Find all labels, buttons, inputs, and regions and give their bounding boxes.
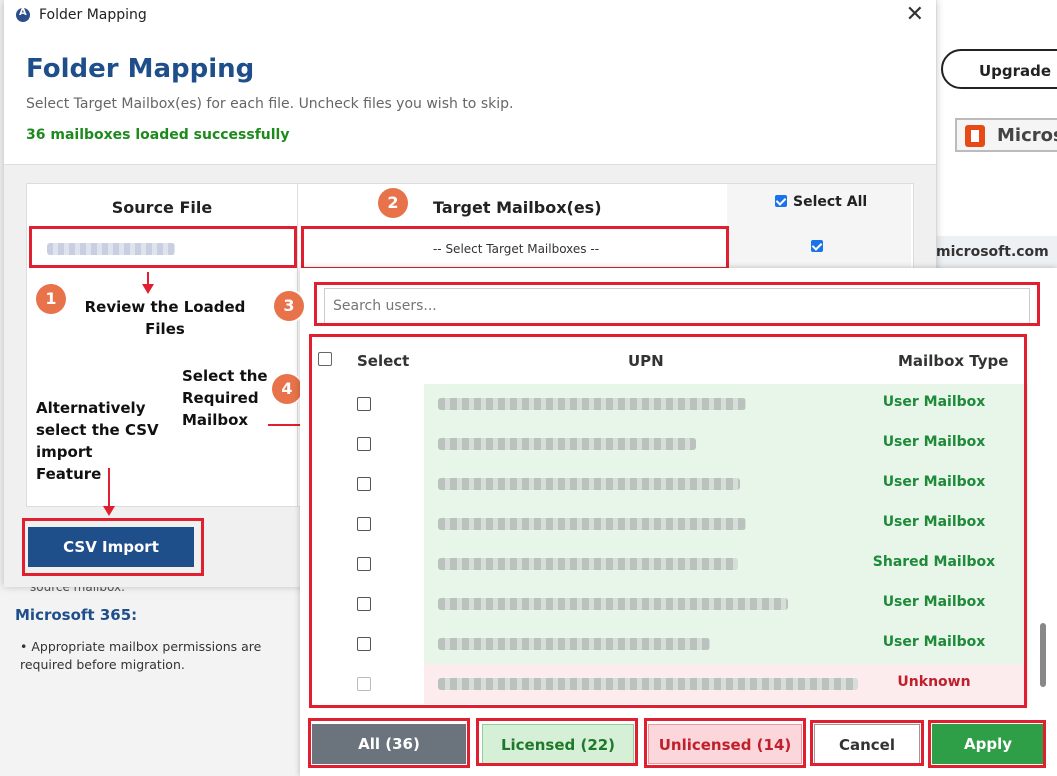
window-title: Folder Mapping (39, 7, 147, 23)
highlight-licensed-filter (476, 718, 638, 766)
upgrade-license-button[interactable]: Upgrade Li (941, 49, 1057, 89)
arrow-down-icon (103, 468, 115, 516)
page-title: Folder Mapping (26, 54, 255, 84)
source-file-header: Source File (111, 198, 213, 217)
microsoft-button[interactable]: Micros (955, 118, 1057, 152)
highlight-search (314, 282, 1040, 326)
highlight-cancel (810, 720, 924, 766)
step-4-badge: 4 (272, 374, 302, 404)
select-all-label: Select All (793, 194, 868, 210)
csv-import-button[interactable]: CSV Import (28, 527, 194, 567)
office-logo-icon (965, 125, 985, 147)
step-2-badge: 2 (378, 188, 408, 218)
background-info-panel: source mailbox. Microsoft 365: • Appropr… (0, 580, 300, 776)
step-1-text: Review the Loaded Files (84, 298, 246, 338)
target-mailbox-header: Target Mailbox(es) (433, 198, 602, 217)
title-bar: Folder Mapping ✕ (4, 0, 936, 32)
step-1-badge: 1 (36, 284, 66, 314)
microsoft-label: Micros (997, 125, 1057, 146)
select-all-checkbox[interactable]: Select All (775, 194, 867, 210)
highlight-unlicensed-filter (644, 718, 806, 768)
csv-alternative-text: Alternatively select the CSV import Feat… (36, 399, 159, 483)
arrow-down-icon (142, 272, 154, 294)
step-4-text: Select the Required Mailbox (182, 367, 268, 429)
step-3-badge: 3 (274, 291, 304, 321)
highlight-user-list (309, 334, 1027, 708)
scrollbar-thumb[interactable] (1040, 623, 1046, 687)
highlight-all-filter (308, 718, 470, 768)
m365-heading: Microsoft 365: (15, 606, 138, 624)
m365-requirement: • Appropriate mailbox permissions are re… (20, 639, 262, 672)
row-select-checkbox[interactable] (811, 240, 823, 252)
highlight-apply (928, 720, 1046, 768)
highlight-target-dropdown (301, 226, 729, 270)
page-subtitle: Select Target Mailbox(es) for each file.… (26, 96, 514, 112)
domain-suffix: microsoft.com (930, 236, 1057, 268)
dialog-header: Folder Mapping Select Target Mailbox(es)… (4, 32, 936, 164)
close-icon[interactable]: ✕ (906, 2, 924, 27)
highlight-source-file (29, 226, 297, 268)
status-message: 36 mailboxes loaded successfully (26, 127, 290, 143)
app-logo-icon (16, 7, 30, 22)
checkbox-checked-icon (775, 195, 787, 207)
